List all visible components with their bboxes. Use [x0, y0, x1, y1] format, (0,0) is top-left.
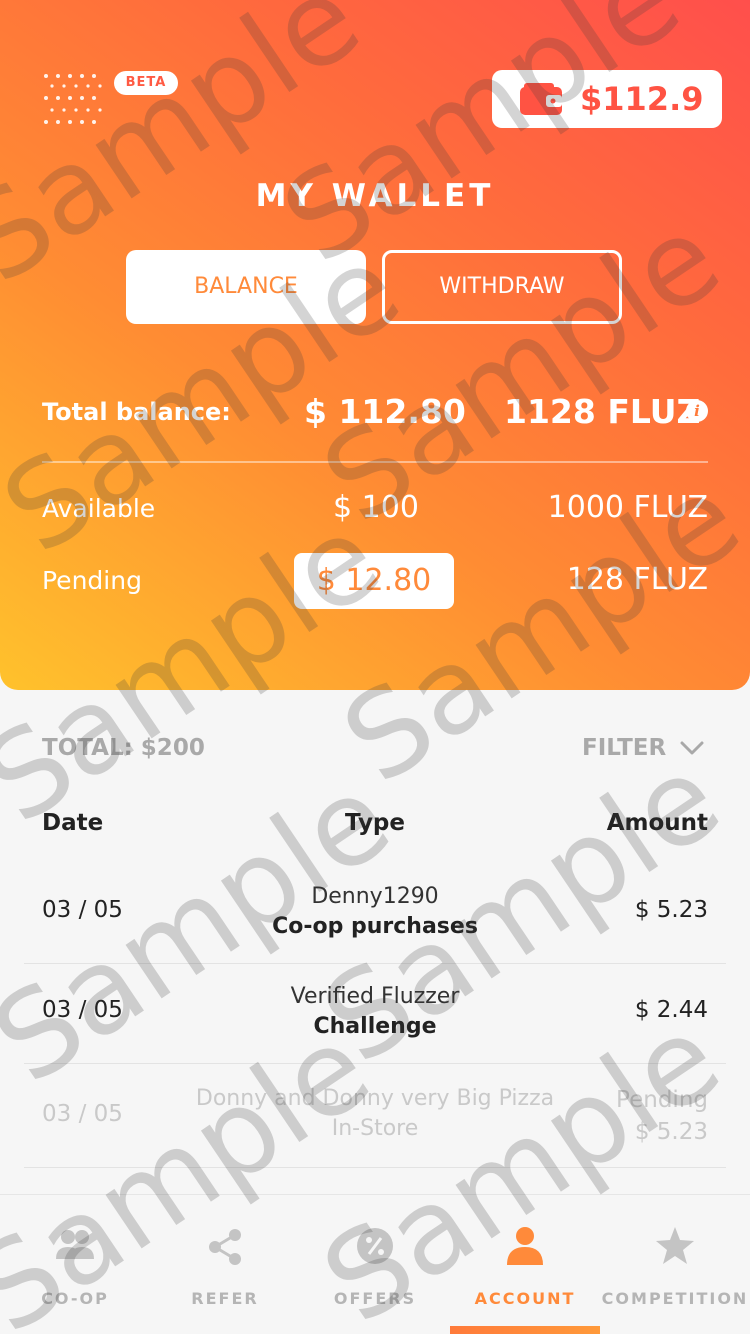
- total-balance-label: Total balance:: [42, 398, 231, 426]
- row-name: Verified Fluzzer: [290, 984, 460, 1009]
- summary-divider: [42, 461, 708, 463]
- nav-label: COMPETITION: [601, 1289, 749, 1308]
- tab-withdraw[interactable]: WITHDRAW: [382, 250, 622, 324]
- nav-item-co-op[interactable]: CO-OP: [0, 1195, 150, 1334]
- table-row[interactable]: 03 / 05 Verified Fluzzer Challenge $ 2.4…: [24, 964, 726, 1064]
- available-value: $ 100: [333, 490, 419, 525]
- star-icon: [656, 1227, 694, 1264]
- row-amount: $ 2.44: [634, 997, 708, 1023]
- row-type: Denny1290 Co-op purchases: [24, 882, 726, 942]
- wallet-hero: BETA $112.9 MY WALLET BALANCE WITHDRAW T…: [0, 0, 750, 690]
- bottom-navigation: CO-OP REFER OFFERS ACCOUNT COMPETITION: [0, 1194, 750, 1334]
- pending-label: Pending: [42, 566, 142, 595]
- row-status: Pending: [616, 1087, 708, 1113]
- page-title: MY WALLET: [255, 178, 495, 214]
- row-name: Denny1290: [311, 884, 439, 909]
- filter-label: FILTER: [582, 735, 667, 761]
- nav-item-offers[interactable]: OFFERS: [300, 1195, 450, 1334]
- row-name: Donny and Donny very Big Pizza: [195, 1086, 555, 1111]
- beta-badge: BETA: [114, 71, 178, 95]
- wallet-amount: $112.9: [580, 80, 704, 118]
- logo-icon: [44, 74, 102, 124]
- percent-badge-icon: [357, 1228, 393, 1264]
- nav-item-account[interactable]: ACCOUNT: [450, 1195, 600, 1334]
- info-icon[interactable]: i: [686, 400, 708, 422]
- row-type: Verified Fluzzer Challenge: [24, 982, 726, 1042]
- nav-label: OFFERS: [333, 1289, 417, 1308]
- nav-item-refer[interactable]: REFER: [150, 1195, 300, 1334]
- share-icon: [209, 1229, 241, 1265]
- row-kind: Co-op purchases: [272, 914, 478, 939]
- active-tab-indicator: [450, 1326, 600, 1334]
- pending-fluz: 128 FLUZ: [566, 562, 708, 597]
- nav-label: CO-OP: [41, 1289, 109, 1308]
- column-header-amount: Amount: [606, 810, 708, 836]
- nav-item-competition[interactable]: COMPETITION: [600, 1195, 750, 1334]
- row-amount-value: $ 5.23: [634, 1119, 708, 1145]
- wallet-icon: [520, 83, 562, 115]
- person-icon: [507, 1227, 543, 1265]
- wallet-balance-button[interactable]: $112.9: [492, 70, 722, 128]
- nav-label: ACCOUNT: [474, 1289, 576, 1308]
- row-amount: $ 5.23: [634, 897, 708, 923]
- filter-button[interactable]: FILTER: [582, 735, 704, 761]
- table-row[interactable]: 03 / 05 Denny1290 Co-op purchases $ 5.23: [24, 864, 726, 964]
- available-label: Available: [42, 494, 156, 523]
- nav-label: REFER: [191, 1289, 259, 1308]
- chevron-down-icon: [680, 741, 704, 755]
- row-amount: Pending $ 5.23: [616, 1084, 708, 1148]
- pending-value[interactable]: $ 12.80: [294, 553, 454, 609]
- total-balance-fluz: 1128 FLUZ: [504, 392, 701, 431]
- people-icon: [56, 1230, 94, 1259]
- total-balance-value: $ 112.80: [304, 392, 466, 431]
- available-fluz: 1000 FLUZ: [547, 490, 708, 525]
- transactions-total: TOTAL: $200: [42, 735, 205, 761]
- row-kind: Challenge: [313, 1014, 437, 1039]
- tab-balance[interactable]: BALANCE: [126, 250, 366, 324]
- table-row[interactable]: 03 / 05 Donny and Donny very Big Pizza I…: [24, 1068, 726, 1168]
